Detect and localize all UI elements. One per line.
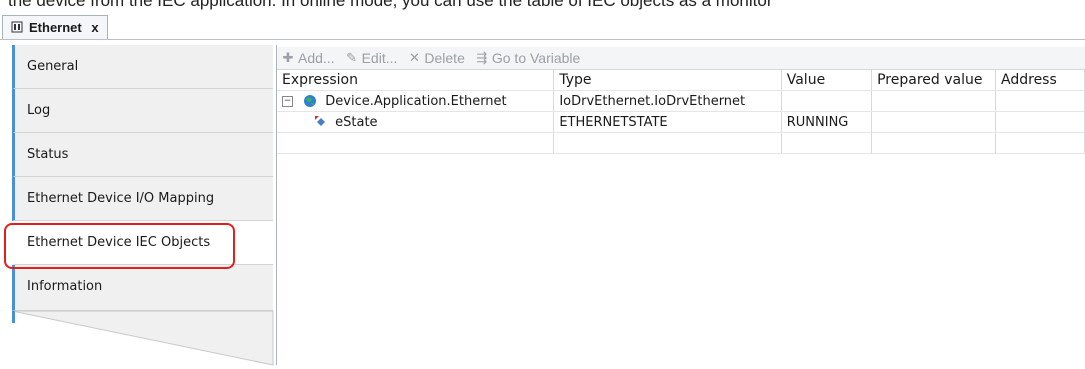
edit-icon: ✎ (346, 50, 358, 65)
empty-cell (553, 132, 782, 154)
table-row[interactable]: − Device.Application.Ethernet IoDrvEther… (277, 90, 1085, 112)
type-cell: ETHERNETSTATE (553, 111, 782, 133)
col-prepared-value[interactable]: Prepared value (871, 70, 997, 91)
close-icon[interactable]: x (91, 20, 98, 35)
highlight-ring (4, 223, 235, 269)
table-row (277, 132, 1085, 154)
empty-cell (995, 132, 1085, 154)
address-cell (995, 111, 1085, 133)
prepared-value-cell[interactable] (871, 90, 997, 112)
goto-variable-icon: ⇶ (476, 50, 488, 65)
iec-objects-table: Expression Type Value Prepared value Add… (277, 70, 1085, 154)
variable-icon (315, 116, 325, 126)
add-label: Add... (298, 50, 335, 66)
device-editor: General Log Status Ethernet Device I/O M… (0, 40, 1085, 366)
col-address[interactable]: Address (995, 70, 1085, 91)
value-cell (781, 90, 873, 112)
type-cell: IoDrvEthernet.IoDrvEthernet (553, 90, 782, 112)
col-type[interactable]: Type (553, 70, 782, 91)
toolbar: ✚ Add... ✎ Edit... ✕ Delete ⇶ Go to Vari… (277, 47, 1085, 70)
prepared-value-cell[interactable] (871, 111, 997, 133)
editor-tabstrip: Ethernet x (0, 15, 1085, 40)
sidebar-item-information[interactable]: Information (12, 265, 273, 311)
goto-label: Go to Variable (491, 50, 581, 66)
delete-label: Delete (424, 50, 465, 66)
sidebar-item-general[interactable]: General (12, 45, 273, 89)
editor-sidebar: General Log Status Ethernet Device I/O M… (12, 45, 274, 366)
col-expression[interactable]: Expression (277, 70, 555, 91)
document-text: the device from the IEC application. In … (8, 0, 773, 10)
expression-text: eState (335, 114, 378, 130)
add-button[interactable]: ✚ Add... (281, 50, 335, 66)
sidebar-item-status[interactable]: Status (12, 133, 273, 177)
globe-device-icon (304, 95, 317, 107)
col-value[interactable]: Value (781, 70, 873, 91)
address-cell (995, 90, 1085, 112)
expression-text: Device.Application.Ethernet (325, 93, 507, 109)
empty-cell (277, 132, 555, 154)
go-to-variable-button[interactable]: ⇶ Go to Variable (475, 50, 580, 66)
empty-cell (871, 132, 997, 154)
expression-cell: − Device.Application.Ethernet (277, 90, 555, 112)
empty-cell (781, 132, 873, 154)
device-tab-icon (11, 21, 23, 33)
edit-button[interactable]: ✎ Edit... (345, 50, 398, 66)
collapse-minus-icon[interactable]: − (282, 95, 293, 107)
edit-label: Edit... (361, 50, 398, 66)
tab-ethernet[interactable]: Ethernet x (2, 15, 108, 39)
tab-title: Ethernet (29, 20, 82, 35)
sidebar-item-log[interactable]: Log (12, 89, 273, 133)
sidebar-item-io-mapping[interactable]: Ethernet Device I/O Mapping (12, 177, 273, 221)
x-delete-icon: ✕ (408, 50, 420, 65)
table-header-row: Expression Type Value Prepared value Add… (277, 70, 1085, 91)
table-row[interactable]: eState ETHERNETSTATE RUNNING (277, 111, 1085, 133)
plus-icon: ✚ (282, 50, 294, 65)
iec-objects-panel: ✚ Add... ✎ Edit... ✕ Delete ⇶ Go to Vari… (276, 45, 1085, 365)
delete-button[interactable]: ✕ Delete (407, 50, 465, 66)
value-cell: RUNNING (781, 111, 873, 133)
sidebar-tail (12, 310, 274, 366)
expression-cell: eState (277, 111, 555, 133)
